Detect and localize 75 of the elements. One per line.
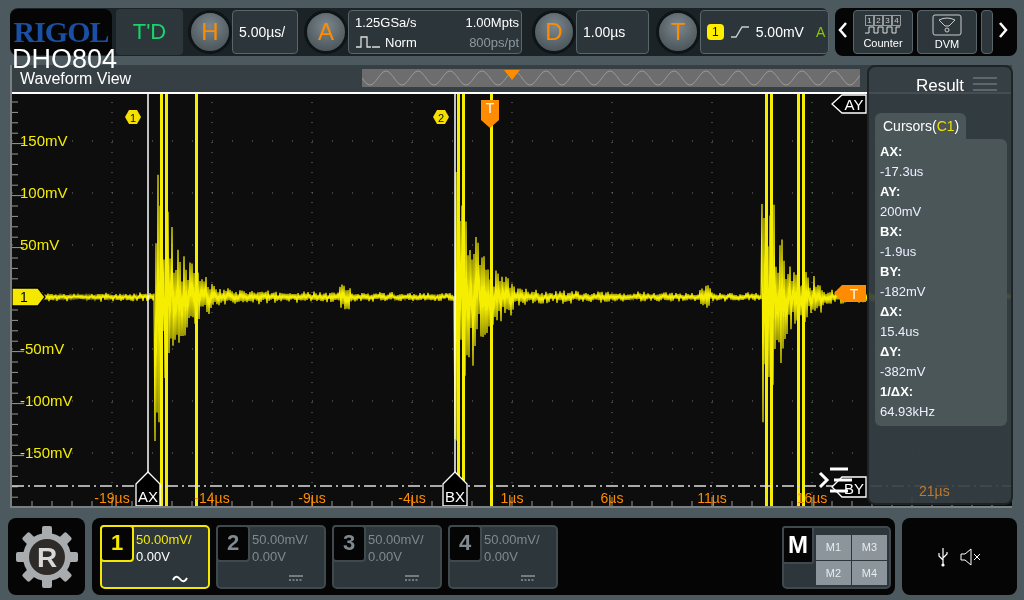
channel-scale: 50.00mV/ (136, 530, 193, 548)
measurement-value: -17.3us (880, 163, 925, 181)
view-title: Waveform View (20, 69, 132, 88)
measurement-label: BX: (880, 223, 904, 241)
axis-label: 1µs (500, 490, 524, 506)
timebase-scale: 5.00µs/ (239, 24, 286, 40)
measurement-value: 200mV (880, 203, 923, 221)
trigger-level-marker: T (834, 285, 866, 302)
cursor-marker: 2 (433, 110, 449, 124)
channel-offset: 0.00V (252, 547, 287, 565)
timebase-mode-button[interactable]: T'D (116, 9, 183, 55)
measurement-label: ΔX: (880, 303, 904, 321)
channel-scale: 50.00mV/ (252, 530, 309, 548)
axis-label: -150mV (20, 444, 73, 461)
measurement-value: 15.4us (880, 323, 921, 341)
measurement-label: AY: (880, 183, 902, 201)
measurement-label: ΔY: (880, 343, 903, 361)
channel-marker: 1 (12, 287, 46, 307)
menu-icon (973, 77, 997, 91)
axis-label: 50mV (20, 236, 60, 253)
pulse-icon (355, 35, 381, 49)
memory-depth: 1.00Mpts (464, 14, 519, 30)
cursor-label: BX (442, 471, 468, 506)
cursor-label: AX (135, 471, 161, 506)
mute-icon (959, 547, 982, 566)
horizontal-panel[interactable]: 5.00µs/ (232, 10, 298, 54)
axis-label: 150mV (20, 132, 68, 149)
measurement-value: -382mV (880, 363, 927, 381)
acquire-panel[interactable]: 1.25GSa/s 1.00Mpts Norm 800ps/pt (348, 10, 522, 54)
cursor-marker: 1 (125, 110, 141, 124)
dvm-tool-button[interactable]: DVM (917, 10, 977, 54)
dc-coupling-icon (520, 573, 536, 583)
channel-offset: 0.00V (136, 547, 171, 565)
delay-value: 1.00µs (583, 24, 626, 40)
cursor-label: AY (831, 94, 867, 114)
chevron-left-icon (838, 20, 848, 39)
channel-scale: 50.00mV/ (368, 530, 425, 548)
measurement-label: BY: (880, 263, 903, 281)
measurement-label: AX: (880, 143, 904, 161)
trigger-level: 5.00mV (755, 24, 804, 40)
time-resolution: 800ps/pt (468, 34, 519, 50)
rising-edge-icon (729, 24, 750, 40)
measurement-value: -182mV (880, 283, 927, 301)
axis-label: 6µs (600, 490, 624, 506)
channel-offset: 0.00V (368, 547, 403, 565)
axis-label: 100mV (20, 184, 68, 201)
panel-title: Result (915, 76, 965, 96)
axis-label: -19µs (94, 490, 130, 506)
axis-label: -100mV (20, 392, 73, 409)
acquire-mode: Norm (385, 34, 417, 50)
meter-icon (932, 14, 962, 36)
axis-label: 21µs (919, 484, 950, 498)
result-tab[interactable]: Cursors(C1) (875, 113, 967, 139)
measurement-value: 64.93kHz (880, 403, 936, 421)
measurement-label: 1/ΔX: (880, 383, 915, 401)
channel-offset: 0.00V (484, 547, 519, 565)
axis-label: -9µs (298, 490, 326, 506)
trigger-panel[interactable]: 1 5.00mV A (700, 10, 829, 54)
axis-label: 11µs (697, 490, 727, 506)
measurement-value: -1.9us (880, 243, 918, 261)
ac-coupling-icon (172, 573, 188, 583)
usb-icon (937, 546, 948, 567)
chevron-right-icon (998, 20, 1008, 39)
math-label: M (782, 526, 814, 564)
trigger-sweep-mode: A (815, 24, 826, 40)
sample-rate: 1.25GSa/s (355, 14, 418, 30)
delay-panel[interactable]: 1.00µs (576, 10, 649, 54)
axis-label: -50mV (20, 340, 65, 357)
trigger-position-marker: T (481, 100, 499, 128)
dc-coupling-icon (404, 573, 420, 583)
axis-label: -4µs (398, 490, 426, 506)
trigger-source-badge: 1 (707, 24, 724, 40)
channel-scale: 50.00mV/ (484, 530, 541, 548)
counter-tool-button[interactable]: 1 2 3 4 Counter (853, 10, 913, 54)
dc-coupling-icon (288, 573, 304, 583)
